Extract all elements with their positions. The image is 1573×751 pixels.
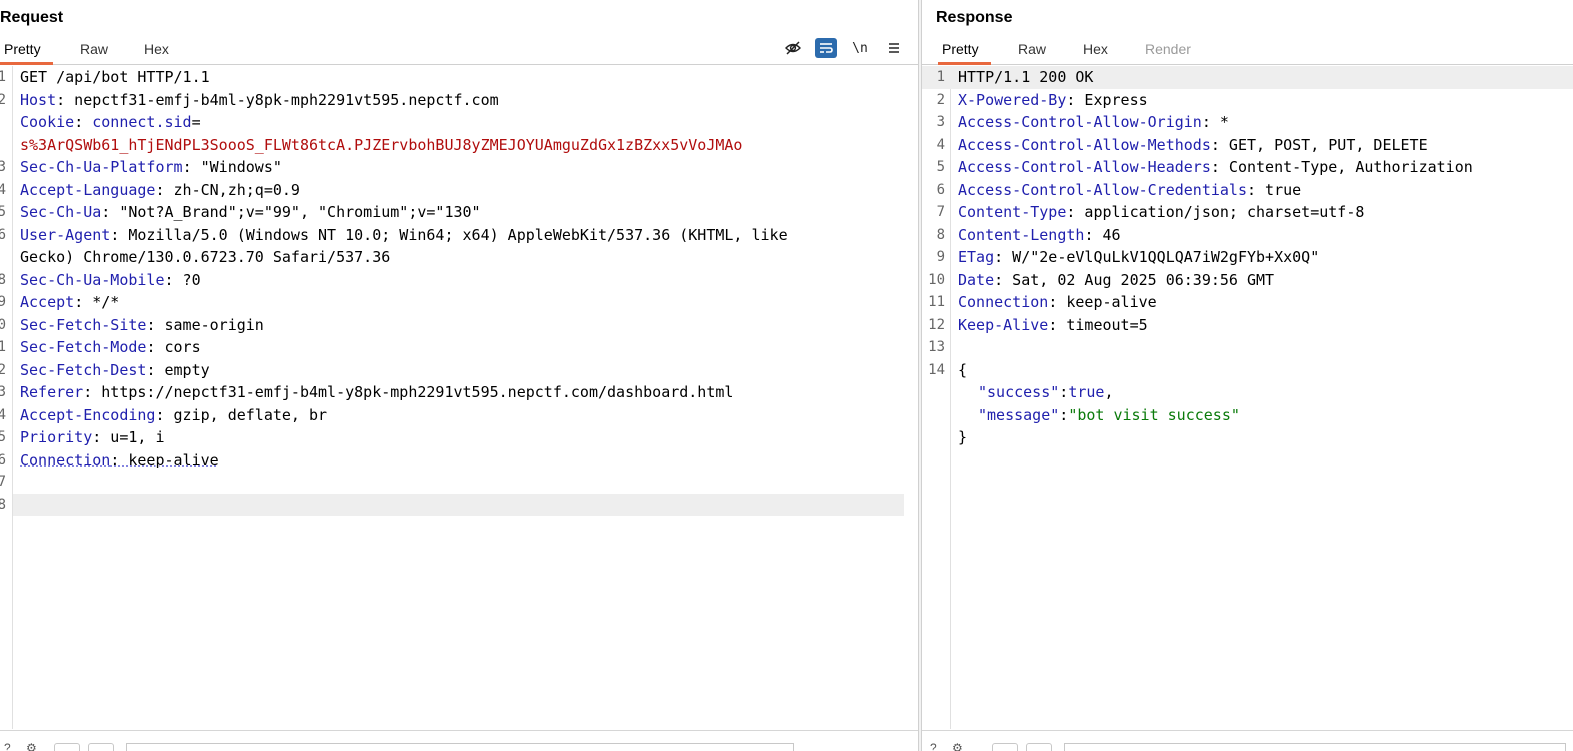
request-line: 1 GET /api/bot HTTP/1.1 [0,68,210,86]
eye-off-icon[interactable] [782,38,804,58]
request-line: 5 Priority: u=1, i [0,428,165,446]
response-tab-pretty[interactable]: Pretty [938,41,991,65]
response-line: 10 Date: Sat, 02 Aug 2025 06:39:56 GMT [928,270,1275,289]
next-button[interactable] [88,743,114,751]
request-line: Gecko) Chrome/130.0.6723.70 Safari/537.3… [20,248,391,266]
settings-icon[interactable]: ⚙ [952,741,963,751]
request-tab-pretty[interactable]: Pretty [0,41,53,65]
response-line: 6 Access-Control-Allow-Credentials: true [936,180,1302,199]
response-line: 11 Connection: keep-alive [928,293,1157,311]
cookie-value: s%3ArQSWb61_hTjENdPL3SoooS_FLWt86tcA.PJZ… [20,135,743,154]
response-line: 2 X-Powered-By: Express [936,90,1148,109]
request-line: 8 Sec-Ch-Ua-Mobile: ?0 [0,270,201,289]
request-editor[interactable]: 1 GET /api/bot HTTP/1.1 2 Host: nepctf31-e… [0,66,918,729]
request-pane: Request Pretty Raw Hex \n 1 GET /api/bot … [0,0,918,751]
request-line: 7 [0,474,6,490]
help-icon[interactable]: ? [4,741,11,751]
request-line: 4 Accept-Language: zh-CN,zh;q=0.9 [0,180,300,199]
search-input[interactable] [126,743,794,751]
previous-button[interactable] [54,743,80,751]
response-editor[interactable]: 1 HTTP/1.1 200 OK 2 X-Powered-By: Express … [922,66,1573,729]
response-tab-hex[interactable]: Hex [1083,41,1108,62]
request-tab-raw[interactable]: Raw [80,41,108,62]
response-line: "message":"bot visit success" [978,405,1240,424]
menu-icon[interactable] [883,38,905,58]
response-line: 7 Content-Type: application/json; charset… [936,203,1365,221]
request-line: 5 Sec-Ch-Ua: "Not?A_Brand";v="99", "Chrom… [0,203,481,221]
settings-icon[interactable]: ⚙ [26,741,37,751]
request-line: 2 Host: nepctf31-emfj-b4ml-y8pk-mph2291vt… [0,90,499,109]
response-line: 1 HTTP/1.1 200 OK [922,66,1573,89]
search-input[interactable] [1064,743,1566,751]
request-search-bar: ? ⚙ [0,730,918,751]
help-icon[interactable]: ? [930,741,937,751]
response-line: 9 ETag: W/"2e-eVlQuLkV1QQLQA7iW2gFYb+Xx0Q… [936,248,1320,266]
request-line: Cookie: connect.sid= [20,113,201,131]
word-wrap-icon[interactable] [815,38,837,58]
response-pane: Response Pretty Raw Hex Render 1 HTTP/1.1… [922,0,1573,751]
request-tab-hex[interactable]: Hex [144,41,169,62]
response-line: "success":true, [978,383,1114,401]
response-line: 8 Content-Length: 46 [936,225,1121,244]
request-line: 3 Referer: https://nepctf31-emfj-b4ml-y8p… [0,383,734,401]
request-line: 2 Sec-Fetch-Dest: empty [0,360,210,379]
response-line: } [958,428,968,446]
response-line: 4 Access-Control-Allow-Methods: GET, POST… [936,135,1428,154]
request-line: 6 User-Agent: Mozilla/5.0 (Windows NT 10.… [0,225,788,244]
response-search-bar: ? ⚙ [922,730,1573,751]
request-line: 0 Sec-Fetch-Site: same-origin [0,315,264,334]
response-line: 14{ [928,360,968,379]
response-tabs: Pretty Raw Hex Render [922,37,1573,65]
response-line: 3 Access-Control-Allow-Origin: * [936,113,1229,131]
request-line: 3 Sec-Ch-Ua-Platform: "Windows" [0,158,282,176]
response-tab-raw[interactable]: Raw [1018,41,1046,62]
request-current-line[interactable]: 8 [0,493,904,516]
newline-toggle[interactable]: \n [849,38,871,58]
next-button[interactable] [1026,743,1052,751]
request-line: 9 Accept: */* [0,293,120,311]
request-tabs: Pretty Raw Hex \n [0,37,918,65]
response-line: 13 [928,339,945,355]
response-tab-render[interactable]: Render [1145,41,1191,62]
request-title: Request [0,9,64,26]
request-line: 4 Accept-Encoding: gzip, deflate, br [0,405,328,424]
response-line: 5 Access-Control-Allow-Headers: Content-T… [936,158,1473,176]
request-line: 6 Connection: keep-alive [0,450,219,469]
response-title: Response [936,9,1013,26]
request-line: 1 Sec-Fetch-Mode: cors [0,338,201,356]
previous-button[interactable] [992,743,1018,751]
response-line: 12 Keep-Alive: timeout=5 [928,315,1148,334]
request-line: s%3ArQSWb61_hTjENdPL3SoooS_FLWt86tcA.PJZ… [0,134,918,157]
